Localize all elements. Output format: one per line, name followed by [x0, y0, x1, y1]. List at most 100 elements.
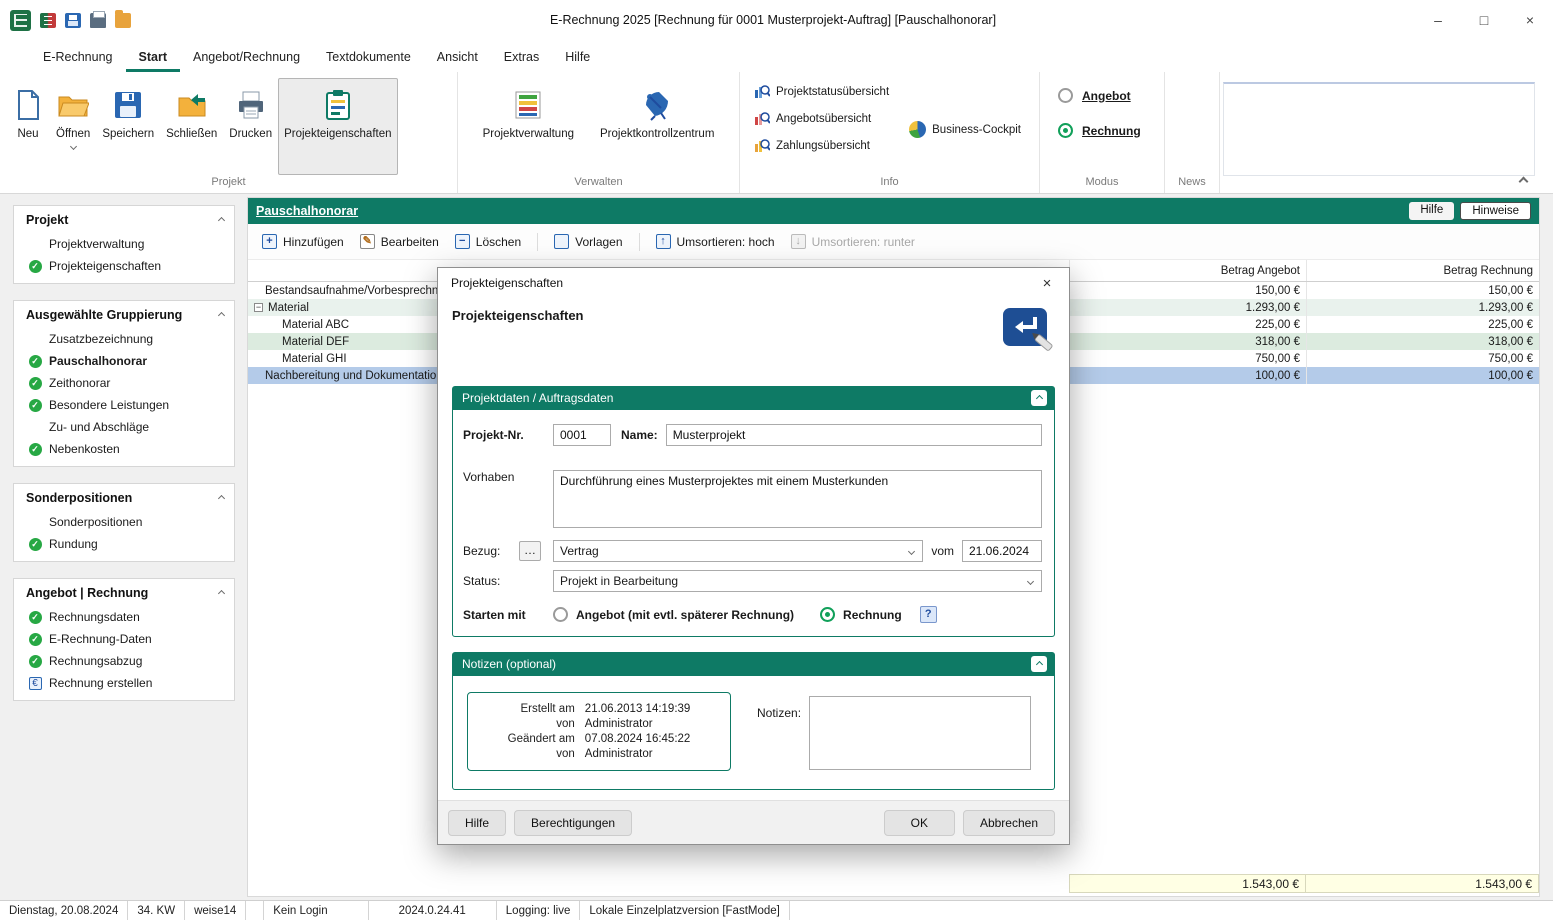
- projektkontrollzentrum-button[interactable]: Projektkontrollzentrum: [594, 78, 720, 175]
- hinweise-button[interactable]: Hinweise: [1460, 202, 1531, 220]
- projekt-nr-field[interactable]: [553, 424, 611, 446]
- sidebar-item-zusatzbezeichnung[interactable]: Zusatzbezeichnung: [14, 328, 234, 350]
- dialog-titlebar: Projekteigenschaften ×: [438, 268, 1069, 298]
- section-notizen-header: Notizen (optional): [452, 652, 1055, 676]
- sidebar-panel-sonderpositionen: Sonderpositionen Sonderpositionen ✓ Rund…: [13, 483, 235, 562]
- tab-ansicht[interactable]: Ansicht: [424, 44, 491, 72]
- page-title: Pauschalhonorar: [256, 204, 359, 218]
- minimize-button[interactable]: –: [1415, 0, 1461, 40]
- sidebar-item-rechnungsabzug[interactable]: ✓ Rechnungsabzug: [14, 650, 234, 672]
- projekteigenschaften-button[interactable]: Projekteigenschaften: [278, 78, 398, 175]
- panel-header-sonderpositionen[interactable]: Sonderpositionen: [14, 484, 234, 511]
- collapse-icon[interactable]: [217, 494, 226, 502]
- quick-print-icon[interactable]: [90, 10, 106, 28]
- zahlungsuebersicht-button[interactable]: Zahlungsübersicht: [754, 138, 889, 154]
- pie-chart-icon: [909, 121, 927, 138]
- vorlagen-button[interactable]: Vorlagen: [554, 234, 623, 249]
- bearbeiten-button[interactable]: ✎ Bearbeiten: [359, 234, 439, 249]
- abbrechen-button[interactable]: Abbrechen: [962, 809, 1055, 836]
- sidebar-item-e-rechnung-daten[interactable]: ✓ E-Rechnung-Daten: [14, 628, 234, 650]
- help-button[interactable]: ?: [919, 606, 937, 623]
- tab-textdokumente[interactable]: Textdokumente: [313, 44, 424, 72]
- tab-e-rechnung[interactable]: E-Rechnung: [30, 44, 126, 72]
- angebot-radio[interactable]: [1058, 88, 1073, 103]
- angebotsuebersicht-button[interactable]: Angebotsübersicht: [754, 111, 889, 127]
- tab-start[interactable]: Start: [125, 44, 180, 72]
- neu-button[interactable]: Neu: [6, 78, 50, 175]
- speichern-button[interactable]: Speichern: [96, 78, 160, 175]
- close-button[interactable]: ×: [1507, 0, 1553, 40]
- business-cockpit-button[interactable]: Business-Cockpit: [909, 121, 1021, 138]
- dialog-close-icon[interactable]: ×: [1025, 268, 1069, 298]
- bezug-value: Vertrag: [560, 544, 599, 558]
- vorhaben-field[interactable]: Durchführung eines Musterprojektes mit e…: [553, 470, 1042, 528]
- schliessen-label: Schließen: [166, 128, 218, 140]
- sidebar-item-besondere-leistungen[interactable]: ✓ Besondere Leistungen: [14, 394, 234, 416]
- maximize-button[interactable]: □: [1461, 0, 1507, 40]
- berechtigungen-button[interactable]: Berechtigungen: [514, 809, 633, 836]
- panel-header-projekt[interactable]: Projekt: [14, 206, 234, 233]
- notizen-field[interactable]: [809, 696, 1032, 770]
- quick-save-icon[interactable]: [65, 12, 81, 28]
- projektstatusuebersicht-button[interactable]: Projektstatusübersicht: [754, 84, 889, 100]
- section-title: Notizen (optional): [462, 657, 557, 671]
- von-label: von: [556, 718, 575, 730]
- hilfe-button[interactable]: Hilfe: [1409, 202, 1455, 220]
- rechnung-option-radio[interactable]: [820, 607, 836, 622]
- status-select[interactable]: Projekt in Bearbeitung: [553, 570, 1042, 592]
- projektstatusuebersicht-label: Projektstatusübersicht: [776, 86, 890, 98]
- panel-header-angebot-rechnung[interactable]: Angebot | Rechnung: [14, 579, 234, 606]
- tab-hilfe[interactable]: Hilfe: [552, 44, 603, 72]
- ok-button[interactable]: OK: [883, 809, 955, 836]
- tab-angebot-rechnung[interactable]: Angebot/Rechnung: [180, 44, 313, 72]
- modus-rechnung-option[interactable]: Rechnung: [1058, 123, 1164, 138]
- sidebar-item-projektverwaltung[interactable]: Projektverwaltung: [14, 233, 234, 255]
- ribbon-collapse-icon[interactable]: [1518, 176, 1529, 187]
- collapse-node-icon[interactable]: −: [254, 303, 263, 312]
- collapse-icon[interactable]: [217, 589, 226, 597]
- bezug-select[interactable]: Vertrag: [553, 540, 924, 562]
- oeffnen-button[interactable]: Öffnen: [50, 78, 96, 175]
- schliessen-button[interactable]: Schließen: [160, 78, 223, 175]
- collapse-icon[interactable]: [217, 311, 226, 319]
- sidebar-item-rechnung-erstellen[interactable]: € Rechnung erstellen: [14, 672, 234, 694]
- oeffnen-dropdown-icon[interactable]: [69, 142, 77, 151]
- sidebar-item-sonderpositionen[interactable]: Sonderpositionen: [14, 511, 234, 533]
- angebot-option-radio[interactable]: [553, 607, 568, 622]
- euro-icon: €: [28, 676, 42, 690]
- drucken-button[interactable]: Drucken: [223, 78, 278, 175]
- panel-header-gruppierung[interactable]: Ausgewählte Gruppierung: [14, 301, 234, 328]
- tab-extras[interactable]: Extras: [491, 44, 552, 72]
- sidebar-item-zu-und-abschlaege[interactable]: Zu- und Abschläge: [14, 416, 234, 438]
- bezug-more-button[interactable]: …: [519, 541, 541, 561]
- sidebar-item-rechnungsdaten[interactable]: ✓ Rechnungsdaten: [14, 606, 234, 628]
- loeschen-button[interactable]: − Löschen: [454, 234, 521, 249]
- sidebar-item-zeithonorar[interactable]: ✓ Zeithonorar: [14, 372, 234, 394]
- umsortieren-hoch-button[interactable]: ↑ Umsortieren: hoch: [655, 234, 775, 249]
- name-field[interactable]: [665, 424, 1042, 446]
- projektverwaltung-button[interactable]: Projektverwaltung: [477, 78, 580, 175]
- rechnung-radio[interactable]: [1058, 123, 1073, 138]
- sidebar-item-rundung[interactable]: ✓ Rundung: [14, 533, 234, 555]
- vom-date-field[interactable]: [962, 540, 1042, 562]
- arrow-up-icon: ↑: [655, 234, 671, 249]
- collapse-icon[interactable]: [217, 216, 226, 224]
- section-collapse-button[interactable]: [1031, 656, 1047, 672]
- hinzufuegen-button[interactable]: + Hinzufügen: [262, 234, 344, 249]
- quick-open-icon[interactable]: [115, 9, 131, 28]
- notizen-label: Notizen:: [757, 706, 802, 720]
- modus-angebot-option[interactable]: Angebot: [1058, 88, 1164, 103]
- dialog-hilfe-button[interactable]: Hilfe: [448, 809, 507, 836]
- column-betrag-angebot[interactable]: Betrag Angebot: [1069, 260, 1306, 281]
- sidebar-item-nebenkosten[interactable]: ✓ Nebenkosten: [14, 438, 234, 460]
- menu-book-icon[interactable]: [40, 12, 56, 28]
- template-icon: [554, 234, 570, 249]
- check-icon: ✓: [28, 376, 42, 390]
- section-collapse-button[interactable]: [1031, 390, 1047, 406]
- item-label: Rundung: [49, 537, 98, 551]
- titlebar: E-Rechnung 2025 [Rechnung für 0001 Muste…: [0, 0, 1553, 40]
- sidebar-item-pauschalhonorar[interactable]: ✓ Pauschalhonorar: [14, 350, 234, 372]
- vorlagen-label: Vorlagen: [575, 234, 623, 249]
- sidebar-item-projekteigenschaften[interactable]: ✓ Projekteigenschaften: [14, 255, 234, 277]
- column-betrag-rechnung[interactable]: Betrag Rechnung: [1306, 260, 1539, 281]
